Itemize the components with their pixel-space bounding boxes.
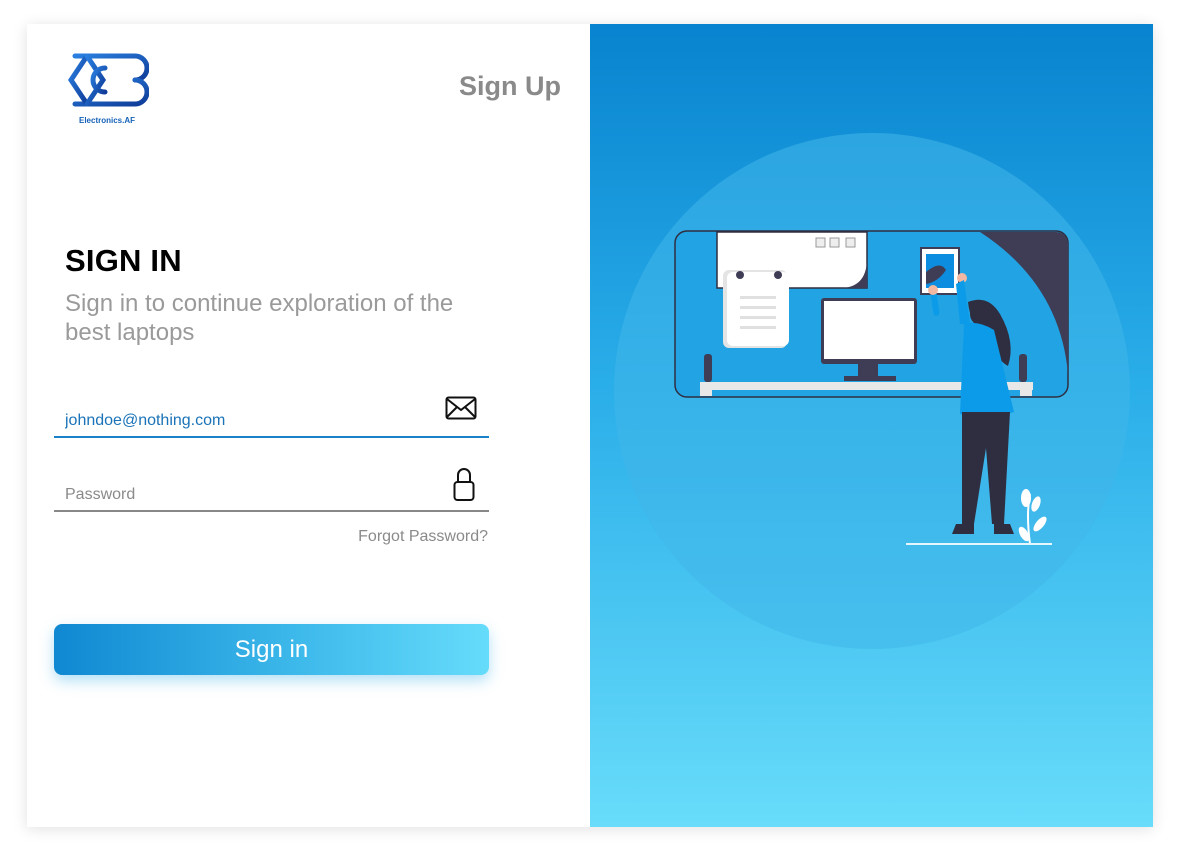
office-illustration [614,133,1130,649]
brand-logo: Electronics.AF [65,42,150,134]
email-input[interactable] [65,412,425,430]
lock-icon [453,466,475,507]
brand-name: Electronics.AF [78,116,135,125]
page-title: SIGN IN [65,243,182,278]
login-panel: Electronics.AF Sign Up SIGN IN Sign in t… [27,24,590,827]
login-window: Electronics.AF Sign Up SIGN IN Sign in t… [27,24,1153,827]
envelope-icon [445,396,477,425]
floor-line [906,543,1052,545]
email-field-wrapper [54,388,489,438]
password-input[interactable] [65,486,425,504]
sign-in-button[interactable]: Sign in [54,624,489,675]
signup-link[interactable]: Sign Up [459,71,561,102]
page-subtitle: Sign in to continue exploration of the b… [65,290,454,346]
forgot-password-link[interactable]: Forgot Password? [358,528,488,546]
illustration-panel [590,24,1153,827]
password-field-wrapper [54,462,489,512]
